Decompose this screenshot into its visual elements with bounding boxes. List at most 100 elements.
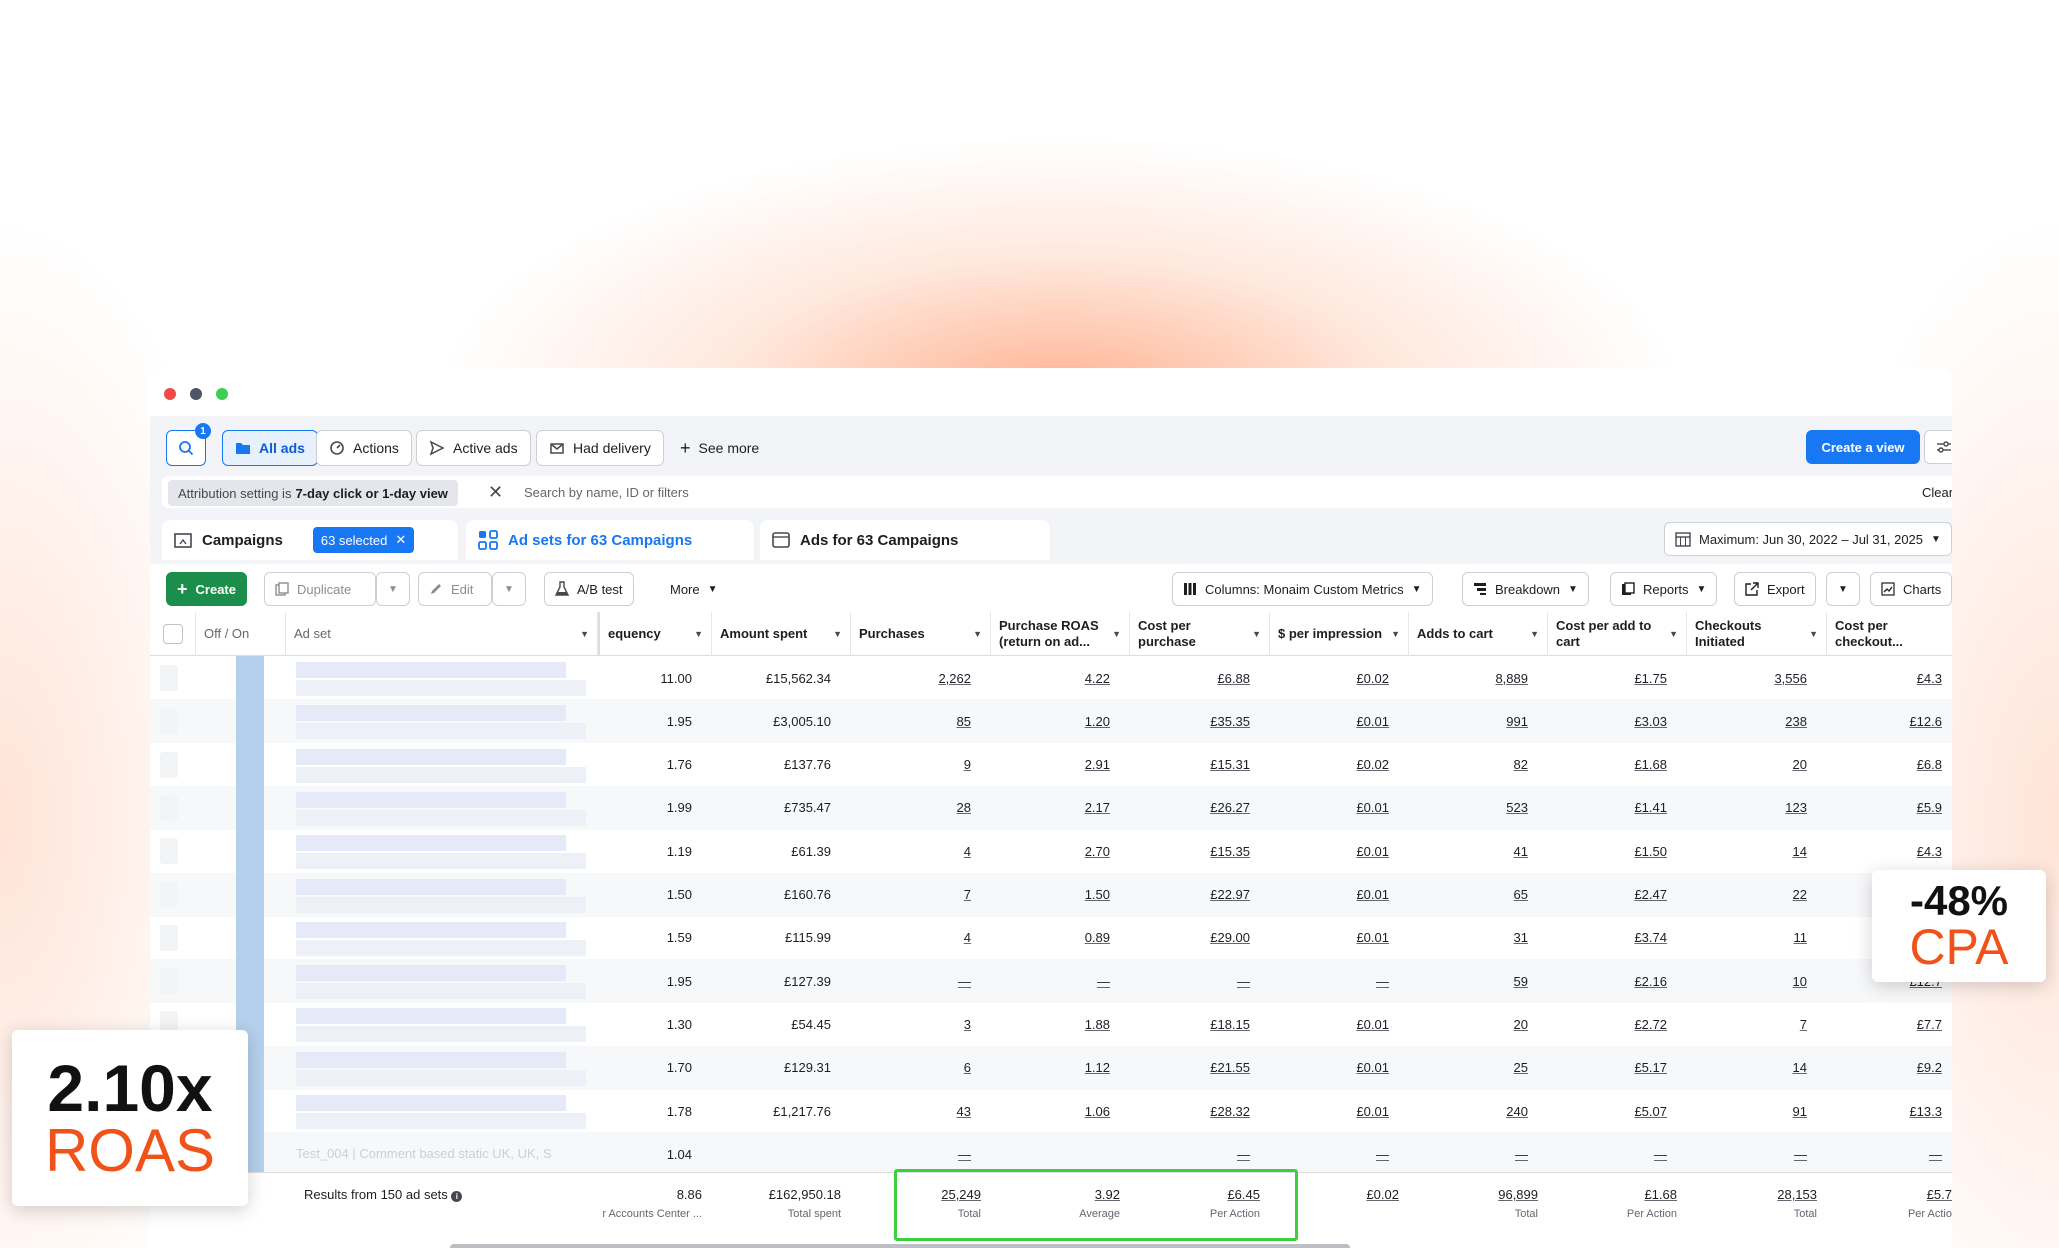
cell-roas[interactable]: 2.91 bbox=[981, 743, 1120, 787]
cell-purchases[interactable]: 28 bbox=[842, 786, 981, 830]
cell-cpatc[interactable]: £2.47 bbox=[1538, 873, 1677, 917]
cell-cpp[interactable]: £29.00 bbox=[1121, 916, 1260, 960]
cell-cpi[interactable]: £0.01 bbox=[1260, 699, 1399, 743]
cell-cpp[interactable]: £26.27 bbox=[1121, 786, 1260, 830]
column-header-purchases[interactable]: Purchases ▼ bbox=[851, 612, 991, 656]
cell-atc[interactable]: 8,889 bbox=[1399, 656, 1538, 700]
cell-checkouts[interactable]: 3,556 bbox=[1678, 656, 1817, 700]
cell-purchases[interactable]: 2,262 bbox=[842, 656, 981, 700]
cell-cpatc[interactable]: £1.50 bbox=[1538, 829, 1677, 873]
see-more-filter[interactable]: + See more bbox=[668, 430, 771, 466]
edit-button[interactable]: Edit bbox=[418, 572, 492, 606]
table-row[interactable]: 1.95 £3,005.10 85 1.20 £35.35 £0.01 991 £3.03 23… bbox=[150, 699, 1952, 744]
delivery-toggle[interactable] bbox=[236, 785, 264, 830]
cell-cpc[interactable]: £9.2 bbox=[1813, 1046, 1952, 1090]
columns-button[interactable]: Columns: Monaim Custom Metrics ▼ bbox=[1172, 572, 1433, 606]
summary-cost-per-add[interactable]: £1.68 bbox=[1644, 1187, 1677, 1202]
ad-set-name-redacted[interactable] bbox=[296, 835, 566, 852]
cell-roas[interactable]: 1.06 bbox=[981, 1089, 1120, 1133]
close-icon[interactable]: ✕ bbox=[395, 532, 406, 548]
cell-cpatc[interactable]: £5.07 bbox=[1538, 1089, 1677, 1133]
summary-per-impression[interactable]: £0.02 bbox=[1366, 1187, 1399, 1202]
cell-cpi[interactable]: £0.01 bbox=[1260, 829, 1399, 873]
cell-cpc[interactable]: £12.6 bbox=[1813, 699, 1952, 743]
cell-cpp[interactable]: — bbox=[1121, 959, 1260, 1003]
cell-purchases[interactable]: 6 bbox=[842, 1046, 981, 1090]
cell-purchases[interactable]: 3 bbox=[842, 1002, 981, 1046]
cell-atc[interactable]: 65 bbox=[1399, 873, 1538, 917]
row-checkbox[interactable] bbox=[160, 838, 178, 865]
cell-cpc[interactable]: — bbox=[1813, 1132, 1952, 1176]
edit-menu-button[interactable]: ▼ bbox=[492, 572, 526, 606]
cell-cpi[interactable]: £0.02 bbox=[1260, 656, 1399, 700]
cell-cpp[interactable]: £15.31 bbox=[1121, 743, 1260, 787]
search-button[interactable]: 1 bbox=[166, 423, 211, 466]
duplicate-button[interactable]: Duplicate bbox=[264, 572, 376, 606]
cell-purchases[interactable]: — bbox=[842, 959, 981, 1003]
selected-chip[interactable]: 63 selected ✕ bbox=[312, 527, 415, 553]
clear-filters-link[interactable]: Clear bbox=[1922, 485, 1952, 500]
cell-cpatc[interactable]: £1.68 bbox=[1538, 743, 1677, 787]
info-icon[interactable]: i bbox=[451, 1191, 463, 1202]
breakdown-button[interactable]: Breakdown ▼ bbox=[1462, 572, 1589, 606]
column-header-amount-spent[interactable]: Amount spent ▼ bbox=[712, 612, 851, 656]
cell-cpatc[interactable]: £2.72 bbox=[1538, 1002, 1677, 1046]
cell-purchases[interactable]: 4 bbox=[842, 916, 981, 960]
delivery-toggle[interactable] bbox=[236, 699, 264, 744]
table-row[interactable]: 1.95£127.39————59£2.1610£12.7 bbox=[150, 959, 1952, 1004]
delivery-toggle[interactable] bbox=[236, 742, 264, 787]
cell-cpc[interactable]: £4.3 bbox=[1813, 656, 1952, 700]
column-header-adds-to-cart[interactable]: Adds to cart ▼ bbox=[1409, 612, 1548, 656]
cell-purchases[interactable]: 85 bbox=[842, 699, 981, 743]
maximize-window-dot[interactable] bbox=[216, 388, 228, 400]
tab-ad-sets[interactable]: Ad sets for 63 Campaigns bbox=[466, 520, 754, 560]
cell-cpatc[interactable]: £2.16 bbox=[1538, 959, 1677, 1003]
cell-atc[interactable]: 240 bbox=[1399, 1089, 1538, 1133]
cell-roas[interactable]: 1.20 bbox=[981, 699, 1120, 743]
cell-purchases[interactable]: 4 bbox=[842, 829, 981, 873]
ad-set-name-redacted[interactable] bbox=[296, 965, 566, 982]
reports-button[interactable]: Reports ▼ bbox=[1610, 572, 1718, 606]
column-header-off-on[interactable]: Off / On bbox=[196, 612, 286, 656]
export-button[interactable]: Export bbox=[1734, 572, 1816, 606]
row-checkbox[interactable] bbox=[160, 924, 178, 951]
cell-cpp[interactable]: £35.35 bbox=[1121, 699, 1260, 743]
cell-cpatc[interactable]: — bbox=[1538, 1132, 1677, 1176]
all-ads-filter[interactable]: All ads bbox=[222, 430, 318, 466]
cell-checkouts[interactable]: 10 bbox=[1678, 959, 1817, 1003]
row-checkbox[interactable] bbox=[160, 968, 178, 995]
horizontal-scrollbar[interactable] bbox=[450, 1244, 1350, 1248]
cell-checkouts[interactable]: 123 bbox=[1678, 786, 1817, 830]
view-settings-button[interactable] bbox=[1924, 430, 1952, 464]
cell-cpc[interactable]: £6.8 bbox=[1813, 743, 1952, 787]
cell-roas[interactable]: 2.70 bbox=[981, 829, 1120, 873]
cell-cpi[interactable]: — bbox=[1260, 959, 1399, 1003]
cell-roas[interactable]: 1.12 bbox=[981, 1046, 1120, 1090]
cell-checkouts[interactable]: 7 bbox=[1678, 1002, 1817, 1046]
tab-ads[interactable]: Ads for 63 Campaigns bbox=[760, 520, 1050, 560]
cell-atc[interactable]: 991 bbox=[1399, 699, 1538, 743]
cell-atc[interactable]: — bbox=[1399, 1132, 1538, 1176]
cell-cpp[interactable]: £15.35 bbox=[1121, 829, 1260, 873]
delivery-toggle[interactable] bbox=[236, 872, 264, 917]
cell-atc[interactable]: 25 bbox=[1399, 1046, 1538, 1090]
cell-cpp[interactable]: £18.15 bbox=[1121, 1002, 1260, 1046]
summary-adds-to-cart[interactable]: 96,899 bbox=[1498, 1187, 1538, 1202]
summary-cost-per-checkout[interactable]: £5.7 bbox=[1927, 1187, 1952, 1202]
cell-cpp[interactable]: £28.32 bbox=[1121, 1089, 1260, 1133]
row-checkbox[interactable] bbox=[160, 881, 178, 908]
table-row[interactable]: 1.76 £137.76 9 2.91 £15.31 £0.02 82 £1.68 20 £6.8 bbox=[150, 742, 1952, 787]
column-header-cost-per-purchase[interactable]: Cost per purchase ▼ bbox=[1130, 612, 1270, 656]
table-row[interactable]: 1.19 £61.39 4 2.70 £15.35 £0.01 41 £1.50 14 £4.3 bbox=[150, 829, 1952, 874]
row-checkbox[interactable] bbox=[160, 751, 178, 778]
table-row[interactable]: 1.70 £129.31 6 1.12 £21.55 £0.01 25 £5.17 14 £9.2 bbox=[150, 1045, 1952, 1090]
cell-cpi[interactable]: £0.01 bbox=[1260, 873, 1399, 917]
close-window-dot[interactable] bbox=[164, 388, 176, 400]
cell-cpi[interactable]: £0.01 bbox=[1260, 1002, 1399, 1046]
column-header-ad-set[interactable]: Ad set ▼ bbox=[286, 612, 598, 656]
duplicate-menu-button[interactable]: ▼ bbox=[376, 572, 410, 606]
search-input[interactable]: Search by name, ID or filters bbox=[524, 485, 689, 500]
cell-purchases[interactable]: 9 bbox=[842, 743, 981, 787]
table-row[interactable]: 1.99 £735.47 28 2.17 £26.27 £0.01 523 £1.41 123 £… bbox=[150, 785, 1952, 830]
select-all-checkbox[interactable] bbox=[162, 624, 183, 644]
